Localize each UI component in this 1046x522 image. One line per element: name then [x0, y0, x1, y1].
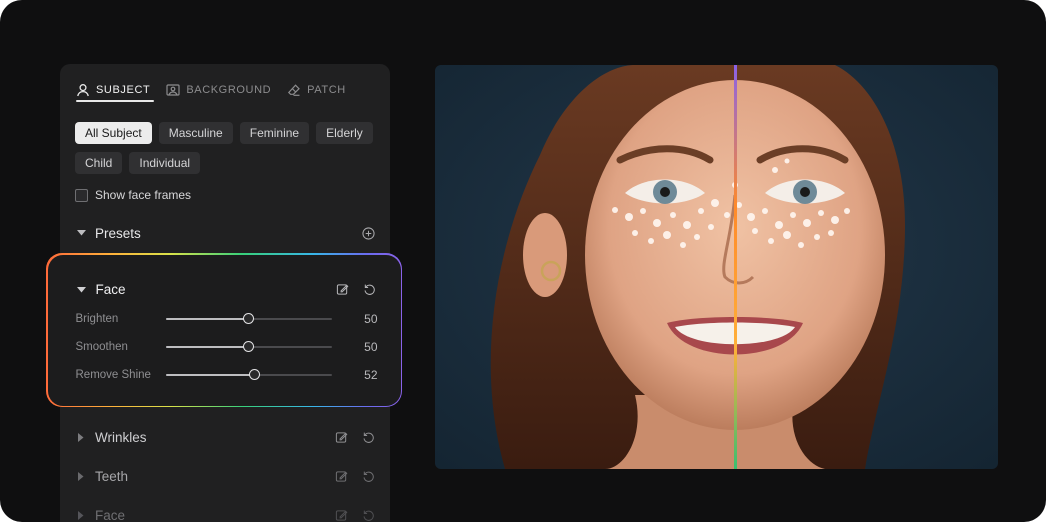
show-face-frames-option[interactable]: Show face frames — [75, 188, 191, 202]
chip-elderly[interactable]: Elderly — [316, 122, 373, 144]
reset-icon[interactable] — [363, 283, 376, 296]
reset-icon[interactable] — [362, 470, 375, 483]
edit-icon[interactable] — [336, 283, 349, 296]
wrinkles-label: Wrinkles — [95, 429, 147, 445]
face-section-header-collapsed[interactable]: Face — [75, 504, 375, 522]
remove-shine-value: 52 — [364, 367, 378, 382]
smoothen-label: Smoothen — [75, 340, 128, 353]
caret-right-icon — [75, 470, 87, 482]
face-adjustments-panel: Face Brighten 50 Smoothen 50 Remove Shin… — [47, 254, 401, 406]
edit-icon[interactable] — [335, 509, 348, 522]
active-tab-indicator — [76, 100, 154, 102]
caret-down-icon — [76, 284, 88, 296]
plus-circle-icon[interactable] — [362, 226, 375, 240]
teeth-label: Teeth — [95, 468, 129, 484]
remove-shine-slider-thumb[interactable] — [249, 368, 261, 380]
show-face-frames-checkbox[interactable] — [75, 188, 88, 202]
brighten-slider-row: Brighten 50 — [76, 311, 378, 327]
chip-masculine[interactable]: Masculine — [158, 122, 233, 144]
portrait-image — [435, 65, 998, 469]
wrinkles-section-header[interactable]: Wrinkles — [75, 426, 375, 448]
reset-icon[interactable] — [362, 509, 375, 522]
face-label: Face — [95, 282, 126, 297]
tab-subject-label: SUBJECT — [96, 84, 151, 96]
caret-right-icon — [75, 509, 87, 521]
person-icon — [77, 84, 89, 97]
panel-tabs: SUBJECT BACKGROUND PATCH — [76, 78, 346, 102]
before-after-divider[interactable] — [734, 65, 737, 469]
caret-right-icon — [75, 431, 87, 443]
smoothen-slider-thumb[interactable] — [242, 340, 254, 352]
face-collapsed-label: Face — [95, 507, 126, 522]
teeth-section-header[interactable]: Teeth — [75, 465, 375, 487]
chip-all-subject[interactable]: All Subject — [75, 122, 152, 144]
tab-patch-label: PATCH — [307, 84, 346, 96]
smoothen-slider-fill — [165, 345, 249, 348]
presets-label: Presets — [95, 225, 141, 241]
show-face-frames-label: Show face frames — [95, 188, 192, 202]
image-icon — [166, 84, 180, 96]
brighten-slider-fill — [165, 317, 249, 320]
chip-child[interactable]: Child — [75, 152, 123, 174]
tab-background[interactable]: BACKGROUND — [166, 78, 271, 102]
remove-shine-slider[interactable] — [165, 368, 332, 380]
brighten-label: Brighten — [75, 312, 119, 325]
chip-individual[interactable]: Individual — [129, 152, 201, 174]
remove-shine-slider-row: Remove Shine 52 — [76, 367, 378, 383]
brighten-slider-thumb[interactable] — [242, 312, 254, 324]
smoothen-slider[interactable] — [165, 340, 332, 352]
smoothen-value: 50 — [364, 339, 378, 354]
tab-subject[interactable]: SUBJECT — [76, 78, 150, 102]
app-frame: SUBJECT BACKGROUND PATCH All Subject Mas… — [0, 0, 1046, 522]
caret-down-icon — [75, 227, 87, 239]
smoothen-slider-row: Smoothen 50 — [76, 339, 378, 355]
face-section-header[interactable]: Face — [76, 279, 376, 301]
before-after-preview[interactable] — [435, 65, 998, 469]
presets-section-header[interactable]: Presets — [75, 222, 375, 244]
subject-filter-chips: All Subject Masculine Feminine Elderly C… — [75, 122, 385, 174]
tab-background-label: BACKGROUND — [186, 84, 272, 96]
brighten-slider[interactable] — [165, 312, 332, 324]
brighten-value: 50 — [364, 311, 378, 326]
chip-feminine[interactable]: Feminine — [239, 122, 310, 144]
edit-icon[interactable] — [335, 431, 348, 444]
tab-patch[interactable]: PATCH — [287, 78, 346, 102]
edit-icon[interactable] — [335, 470, 348, 483]
face-adjustments-card: Face Brighten 50 Smoothen 50 Remove Shin… — [46, 253, 402, 407]
eraser-icon — [288, 84, 301, 96]
remove-shine-slider-fill — [165, 373, 256, 376]
remove-shine-label: Remove Shine — [75, 368, 151, 381]
reset-icon[interactable] — [362, 431, 375, 444]
